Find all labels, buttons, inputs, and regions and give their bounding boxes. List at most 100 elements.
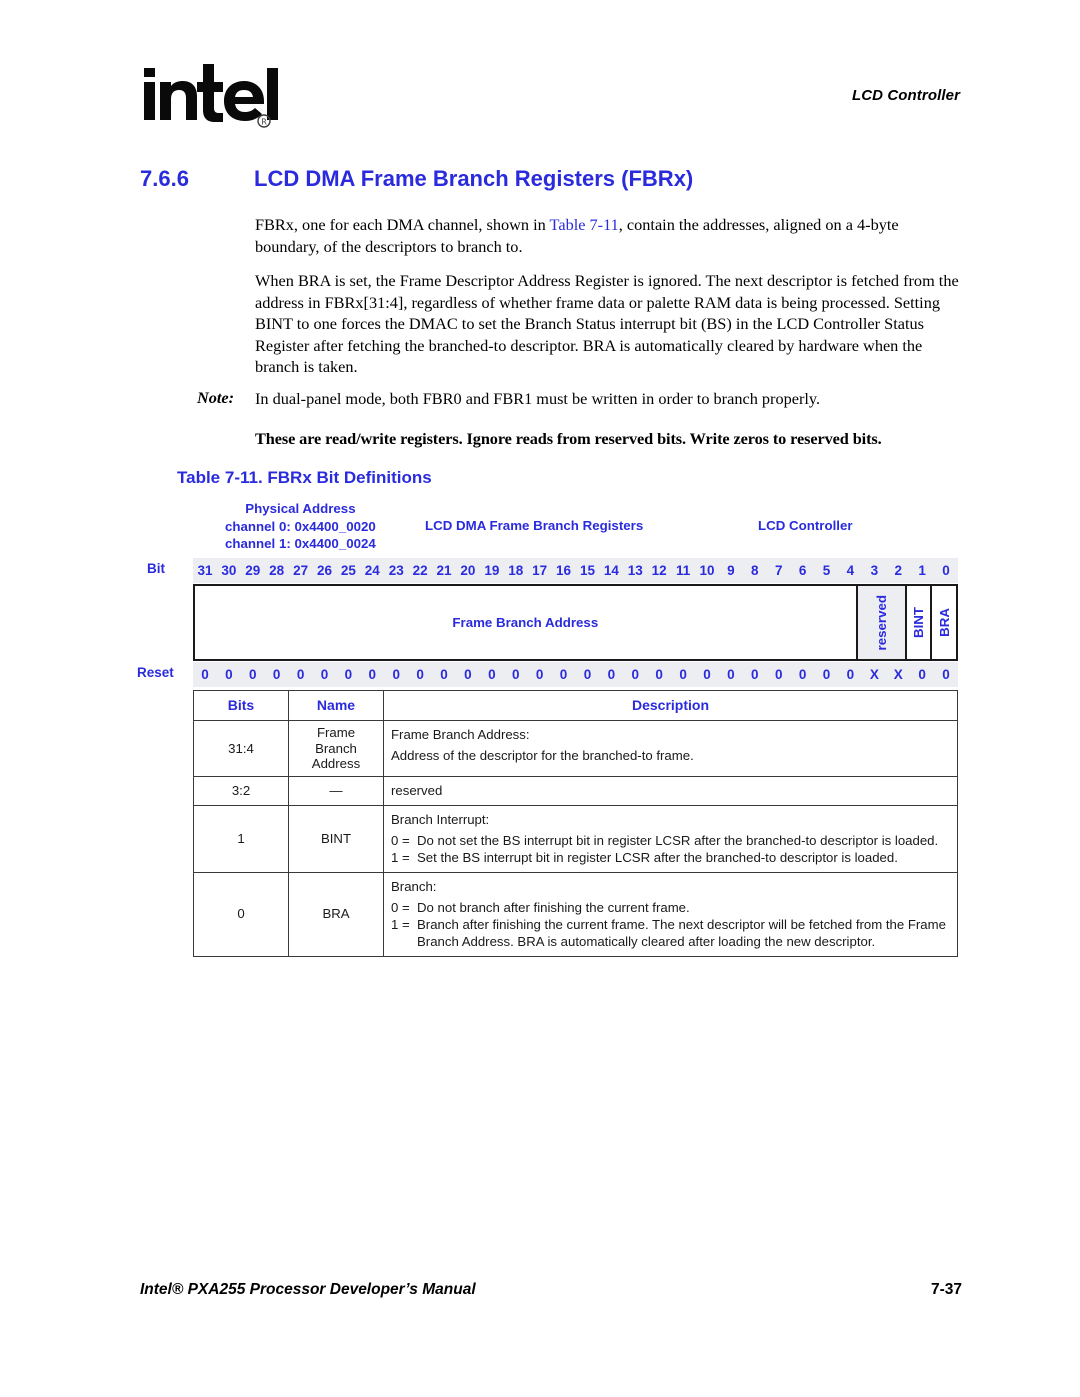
bit-number-31: 31 <box>197 563 213 578</box>
cell-description: Frame Branch Address: Address of the desc… <box>383 720 958 777</box>
register-name-label: LCD DMA Frame Branch Registers <box>425 518 644 533</box>
bit-number-row: Bit 31 30 29 28 27 26 25 24 23 22 21 20 19 18 17 16 15 14… <box>147 558 958 583</box>
table-header-row: Bits Name Description <box>193 690 958 721</box>
bit-number-cells: 31 30 29 28 27 26 25 24 23 22 21 20 19 18 17 16 15 14 13 12… <box>193 558 958 583</box>
cell-description: Branch Interrupt: 0 = Do not set the BS in… <box>383 804 958 873</box>
bit-number-11: 11 <box>675 563 691 578</box>
document-page: R LCD Controller 7.6.6 LCD DMA Frame Bra… <box>0 0 1080 1397</box>
reset-value-bit-17: 0 <box>535 667 544 682</box>
register-field-label: BINT <box>911 606 927 639</box>
description-title: Branch: <box>391 878 437 894</box>
reset-value-bit-2: X <box>893 667 903 682</box>
description-option-value: Branch after finishing the current frame… <box>417 916 946 949</box>
description-option-key: 0 = <box>391 899 410 915</box>
bit-number-22: 22 <box>412 563 428 578</box>
reset-value-bit-18: 0 <box>511 667 520 682</box>
paragraph-1: FBRx, one for each DMA channel, shown in… <box>255 214 965 257</box>
cell-name-line: BINT <box>320 830 352 846</box>
description-option-value: Do not set the BS interrupt bit in regis… <box>417 832 939 848</box>
reset-value-bit-24: 0 <box>368 667 377 682</box>
cell-name-line: Frame <box>316 725 356 740</box>
reset-value-bit-0: 0 <box>942 667 950 682</box>
bit-number-5: 5 <box>822 563 831 578</box>
bit-number-21: 21 <box>436 563 452 578</box>
bit-number-2: 2 <box>894 563 902 578</box>
bit-number-6: 6 <box>798 563 807 578</box>
reset-value-bit-12: 0 <box>655 667 663 682</box>
cell-bits: 0 <box>193 871 289 957</box>
register-unit-label: LCD Controller <box>758 518 853 533</box>
bit-number-29: 29 <box>245 563 261 578</box>
bit-number-25: 25 <box>340 563 356 578</box>
readwrite-statement: These are read/write registers. Ignore r… <box>255 429 882 448</box>
reset-value-bit-15: 0 <box>583 667 592 682</box>
bit-number-16: 16 <box>556 563 572 578</box>
reset-value-row: Reset 0000000000000000000000000000XX00 <box>137 662 958 687</box>
description-option: 0 = Do not set the BS interrupt bit in re… <box>391 832 953 849</box>
bit-number-13: 13 <box>627 563 643 578</box>
reset-value-bit-27: 0 <box>296 667 305 682</box>
running-header-chapter: LCD Controller <box>851 87 960 104</box>
cell-bits: 3:2 <box>193 775 289 806</box>
reset-row-label: Reset <box>137 665 174 680</box>
reset-value-bit-26: 0 <box>320 667 329 682</box>
register-field-bint: BINT <box>904 586 931 659</box>
paragraph-2: When BRA is set, the Frame Descriptor Ad… <box>255 271 959 376</box>
cell-name: BINT <box>288 804 384 873</box>
bit-number-30: 30 <box>221 563 237 578</box>
bit-number-0: 0 <box>942 563 950 578</box>
bit-row-label: Bit <box>147 561 165 576</box>
physical-address-label: Physical Address <box>245 501 356 516</box>
register-field-label: BRA <box>936 608 952 637</box>
description-body: Address of the descriptor for the branch… <box>391 748 694 763</box>
register-field-frame-branch-address: Frame Branch Address <box>195 586 856 659</box>
reset-value-bit-28: 0 <box>272 667 281 682</box>
physical-address-block: Physical Address channel 0: 0x4400_0020 … <box>225 500 376 553</box>
cell-name: — <box>288 775 384 806</box>
bit-definitions-table: Bits Name Description 31:4 Frame Branch Add… <box>193 690 958 957</box>
bit-number-28: 28 <box>269 563 285 578</box>
svg-text:R: R <box>261 118 267 127</box>
reset-value-bit-5: 0 <box>822 667 831 682</box>
bit-number-9: 9 <box>727 563 735 578</box>
table-caption: Table 7-11. FBRx Bit Definitions <box>177 468 432 487</box>
cell-description: reserved <box>383 775 958 806</box>
reset-value-bit-4: 0 <box>846 667 855 682</box>
reset-value-bit-11: 0 <box>679 667 687 682</box>
reset-value-bit-10: 0 <box>703 667 711 682</box>
bit-number-23: 23 <box>388 563 404 578</box>
cell-name-line: — <box>329 782 343 798</box>
page-title: LCD DMA Frame Branch Registers (FBRx) <box>254 166 694 191</box>
description-title: Frame Branch Address: <box>391 727 530 742</box>
section-number: 7.6.6 <box>140 166 189 191</box>
cell-name-line: BRA <box>322 906 350 922</box>
bit-number-12: 12 <box>651 563 667 578</box>
bit-number-15: 15 <box>579 563 595 578</box>
reset-value-bit-13: 0 <box>631 667 640 682</box>
reset-value-bit-8: 0 <box>751 667 759 682</box>
cell-description: Branch: 0 = Do not branch after finishing … <box>383 871 958 957</box>
bit-number-19: 19 <box>484 563 500 578</box>
description-option-key: 1 = <box>391 916 410 932</box>
register-field-row: Frame Branch Address reserved BINT BRA <box>193 584 958 661</box>
bit-number-4: 4 <box>846 563 855 578</box>
bit-number-17: 17 <box>532 563 548 578</box>
register-field-label: Frame Branch Address <box>452 615 599 630</box>
reset-value-bit-6: 0 <box>798 667 807 682</box>
cell-bits: 1 <box>193 804 289 873</box>
bit-number-1: 1 <box>918 563 926 578</box>
reset-value-bit-7: 0 <box>774 667 783 682</box>
register-field-reserved: reserved <box>855 586 905 659</box>
bit-number-27: 27 <box>293 563 309 578</box>
table-cross-reference-link[interactable]: Table 7-11 <box>550 215 619 234</box>
intel-logo: R <box>140 58 280 130</box>
table-row: 1 BINT Branch Interrupt: 0 = Do not set the … <box>193 804 958 873</box>
column-header-bits: Bits <box>193 690 289 721</box>
reset-value-bit-1: 0 <box>918 667 926 682</box>
reset-value-bit-31: 0 <box>201 667 209 682</box>
reset-value-bit-14: 0 <box>607 667 616 682</box>
description-option-key: 1 = <box>391 849 410 865</box>
description-option: 1 = Branch after finishing the current fr… <box>391 916 953 950</box>
cell-bits: 31:4 <box>193 720 289 777</box>
description-title: Branch Interrupt: <box>391 811 490 827</box>
